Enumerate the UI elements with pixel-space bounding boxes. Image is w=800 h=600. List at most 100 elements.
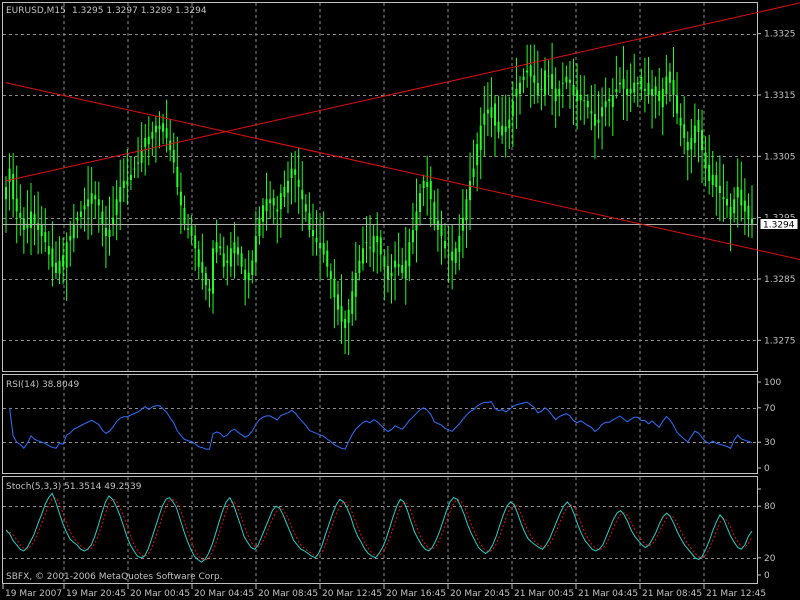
candle-body [340,306,343,322]
candle-body [433,202,436,224]
candle-body [212,248,215,294]
candle-body [72,223,75,239]
candle-body [108,229,111,238]
candle-body [718,185,721,194]
candle-body [429,180,432,200]
candle-body [87,199,90,207]
candle-body [347,309,350,323]
candle-body [454,248,457,263]
candle-body [390,272,393,277]
header-ohlc: 1.3295 1.3297 1.3289 1.3294 [72,6,207,16]
candle-body [701,130,704,151]
candle-body [708,165,711,181]
candle-body [651,88,654,96]
candle-body [147,136,150,145]
candle-body [101,211,104,224]
candle-body [565,76,568,83]
candle-body [276,209,279,212]
time-tick-label: 20 Mar 12:45 [322,589,382,599]
candle-body [697,119,700,132]
candle-body [308,213,311,230]
candle-body [408,242,411,267]
candle-body [472,168,475,178]
candle-body [679,117,682,126]
candle-body [151,131,154,139]
candle-body [208,288,211,292]
candle-body [90,193,93,204]
candle-body [361,248,364,264]
candle-body [29,211,32,228]
candle-body [144,137,147,147]
candle-body [222,253,225,267]
current-price-marker: 1.3294 [759,218,799,231]
rsi-tick-label: 30 [764,438,776,448]
candle-body [740,189,743,206]
candle-body [290,168,293,178]
candle-body [593,113,596,126]
candle-body [551,74,554,89]
candle-body [33,213,36,224]
candle-body [344,318,347,329]
candle-body [304,204,307,212]
candle-body [693,125,696,143]
candle-body [615,88,618,93]
candle-body [65,242,68,268]
candle-body [715,175,718,187]
candle-body [294,169,297,175]
candle-body [376,236,379,243]
candle-body [608,99,611,102]
time-tick-label: 19 Mar 2007 [5,589,62,599]
candle-body [583,100,586,102]
stoch-tick-label: 0 [764,571,770,581]
candle-body [751,218,753,224]
time-tick-label: 20 Mar 08:45 [258,589,318,599]
candle-body [469,180,472,201]
candle-body [497,121,500,132]
candle-body [611,95,614,107]
candle-body [54,262,57,273]
candle-body [233,242,236,254]
candle-body [568,79,571,83]
candle-body [511,101,514,117]
candle-body [733,199,736,214]
candle-body [251,260,254,275]
candle-body [604,101,607,108]
candle-body [94,195,97,200]
time-tick-label: 20 Mar 20:45 [450,589,510,599]
stoch-tick-label: 20 [764,554,776,564]
candle-body [397,264,400,267]
candle-body [162,123,165,132]
candle-body [597,119,600,123]
candle-body [586,100,589,108]
candle-body [58,260,61,274]
candle-body [490,107,493,118]
candle-body [465,199,468,221]
candle-body [640,76,643,89]
candle-body [436,220,439,230]
mt4-chart-window[interactable]: 1.33251.33151.33051.32951.32851.3275 1.3… [0,0,800,600]
candle-body [394,260,397,268]
candle-body [226,260,229,263]
candle-body [529,65,532,77]
candle-body [561,82,564,84]
candle-body [665,76,668,94]
candle-body [119,187,122,202]
candle-body [112,217,115,224]
time-tick-label: 21 Mar 12:45 [706,589,766,599]
candle-body [140,150,143,163]
candle-body [201,262,204,273]
candle-body [401,265,404,273]
candle-body [483,113,486,125]
candle-body [247,272,250,281]
candle-body [686,141,689,151]
candle-body [354,272,357,297]
candle-body [365,242,368,244]
candle-body [633,82,636,93]
candle-body [504,126,507,132]
candle-body [590,111,593,114]
candle-body [154,125,157,133]
candle-body [244,269,247,279]
candle-body [183,207,186,224]
candle-body [518,82,521,94]
candle-body [747,205,750,218]
